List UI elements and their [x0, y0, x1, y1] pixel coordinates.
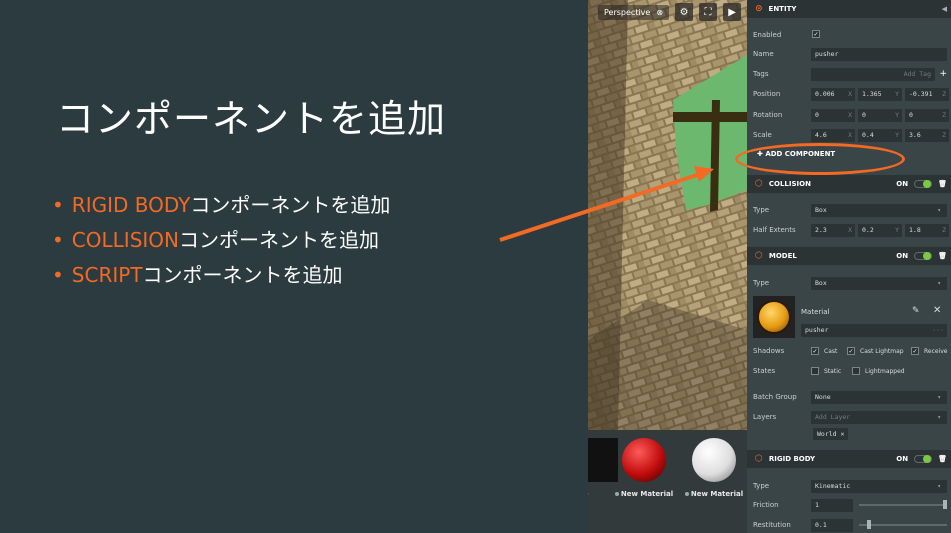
bullet-dot: •	[52, 263, 64, 287]
entity-icon: ⊙	[755, 4, 763, 14]
assets-panel: map New Material New Material	[588, 430, 747, 533]
receive-checkbox[interactable]: ✓	[911, 347, 919, 355]
half-z-field[interactable]: 1.8 Z	[905, 223, 949, 237]
bullet-dot: •	[52, 228, 64, 252]
close-icon[interactable]: ✕	[841, 430, 845, 438]
cube-icon: ⬡	[755, 454, 763, 464]
half-x-field[interactable]: 2.3 X	[811, 223, 855, 237]
collision-header[interactable]: ⬡ COLLISION ON 🗑	[747, 175, 951, 193]
friction-field[interactable]: 1	[811, 498, 853, 512]
material-field[interactable]: pusher ···	[801, 324, 947, 337]
scale-z-field[interactable]: 3.6 Z	[905, 128, 949, 142]
material-thumbnail	[692, 438, 736, 482]
friction-slider[interactable]	[859, 504, 947, 506]
material-thumbnail	[622, 438, 666, 482]
batch-group-select[interactable]: None ▾	[811, 390, 947, 404]
enabled-checkbox[interactable]: ✓	[812, 30, 820, 38]
name-field[interactable]: pusher	[811, 47, 947, 61]
rotation-z-field[interactable]: 0Z	[905, 108, 949, 122]
scale-y-field[interactable]: 0.4 Y	[858, 128, 902, 142]
enabled-row: Enabled ✓	[753, 30, 820, 39]
entity-header[interactable]: ⊙ ENTITY ◀	[747, 0, 951, 18]
cast-checkbox[interactable]: ✓	[811, 347, 819, 355]
trash-icon[interactable]: 🗑	[938, 455, 947, 463]
collision-type-select[interactable]: Box ▾	[811, 203, 947, 217]
scene-render	[588, 0, 747, 430]
restitution-slider[interactable]	[859, 524, 947, 526]
rigidbody-header[interactable]: ⬡ RIGID BODY ON 🗑	[747, 450, 951, 468]
layers-input[interactable]: Add Layer ▾	[811, 410, 947, 424]
model-type-select[interactable]: Box ▾	[811, 276, 947, 290]
model-toggle[interactable]	[914, 252, 933, 260]
asset-item[interactable]: New Material	[682, 438, 746, 498]
model-header[interactable]: ⬡ MODEL ON 🗑	[747, 247, 951, 265]
half-y-field[interactable]: 0.2 Y	[858, 223, 902, 237]
restitution-slider-handle[interactable]	[867, 520, 871, 529]
highlight-ellipse	[735, 143, 905, 175]
settings-gear-icon[interactable]: ⚙	[675, 3, 694, 21]
position-y-field[interactable]: 1.365 Y	[858, 87, 902, 101]
cube-icon: ⬡	[755, 179, 763, 189]
rotation-y-field[interactable]: 0Y	[858, 108, 902, 122]
static-checkbox[interactable]	[811, 367, 819, 375]
rotation-x-field[interactable]: 0X	[811, 108, 855, 122]
layer-chip[interactable]: World ✕	[813, 428, 849, 440]
position-z-field[interactable]: -0.391 Z	[905, 87, 949, 101]
inspector-panel: ⊙ ENTITY ◀ Enabled ✓ Name pusher Tags Ad…	[747, 0, 951, 533]
viewport-toolbar: Perspective ⊗ ⚙ ⛶ ▶	[598, 2, 747, 22]
asset-item[interactable]: New Material	[612, 438, 676, 498]
rigidbody-toggle[interactable]	[914, 455, 933, 463]
scale-x-field[interactable]: 4.6 X	[811, 128, 855, 142]
restitution-field[interactable]: 0.1	[811, 518, 853, 532]
asset-item[interactable]: map	[588, 438, 618, 498]
edit-icon[interactable]: ✎	[912, 306, 920, 316]
camera-select[interactable]: Perspective ⊗	[598, 4, 670, 20]
collision-toggle[interactable]	[914, 180, 933, 188]
add-tag-icon[interactable]: +	[939, 69, 947, 79]
material-preview[interactable]	[753, 296, 795, 338]
bullet-item: • COLLISIONコンポーネントを追加	[52, 228, 379, 252]
cube-icon: ⬡	[755, 251, 763, 261]
bullet-item: • RIGID BODYコンポーネントを追加	[52, 193, 391, 217]
close-icon[interactable]: ✕	[933, 305, 941, 316]
close-icon[interactable]: ⊗	[656, 8, 663, 17]
bullet-list: • RIGID BODYコンポーネントを追加 • COLLISIONコンポーネントを…	[52, 190, 390, 295]
trash-icon[interactable]: 🗑	[938, 252, 947, 260]
friction-slider-handle[interactable]	[943, 500, 947, 509]
tags-input[interactable]: Add Tag	[811, 67, 935, 81]
fullscreen-icon[interactable]: ⛶	[699, 3, 718, 21]
collapse-icon[interactable]: ◀	[942, 5, 947, 13]
trash-icon[interactable]: 🗑	[938, 180, 947, 188]
scene-viewport[interactable]: Perspective ⊗ ⚙ ⛶ ▶	[588, 0, 747, 430]
rigidbody-type-select[interactable]: Kinematic ▾	[811, 479, 947, 493]
play-icon[interactable]: ▶	[723, 3, 742, 21]
cast-lightmap-checkbox[interactable]: ✓	[847, 347, 855, 355]
slide-title: コンポーネントを追加	[56, 97, 447, 141]
lightmapped-checkbox[interactable]	[852, 367, 860, 375]
bullet-item: • SCRIPTコンポーネントを追加	[52, 263, 343, 287]
bullet-dot: •	[52, 193, 64, 217]
position-x-field[interactable]: 0.006 X	[811, 87, 855, 101]
